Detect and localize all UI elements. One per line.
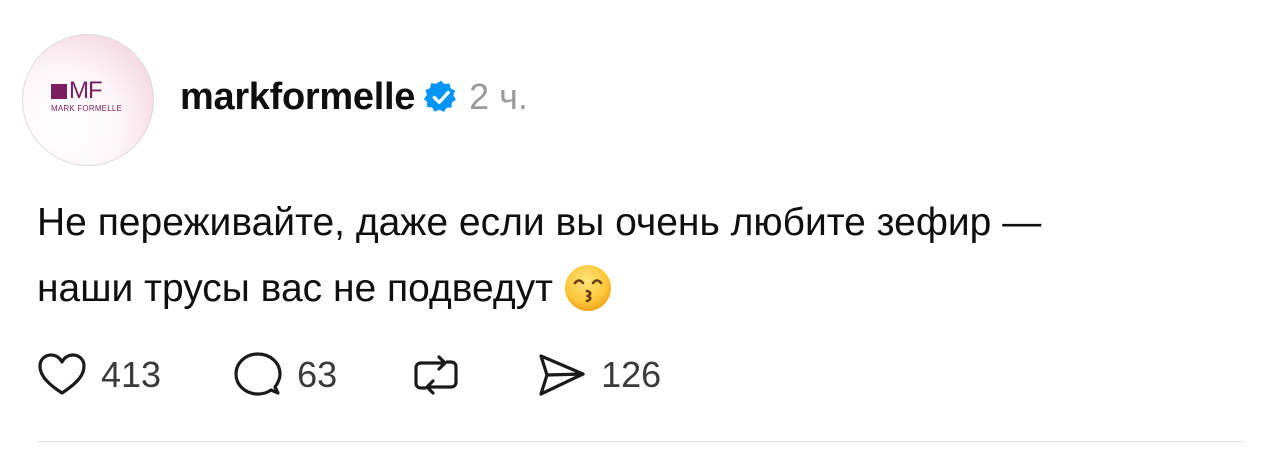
brand-logo: MF MARK FORMELLE xyxy=(51,77,131,113)
post-header: markformelle 2 ч. xyxy=(180,72,528,122)
send-icon xyxy=(539,354,585,396)
share-count: 126 xyxy=(601,354,662,395)
logo-caption: MARK FORMELLE xyxy=(51,104,123,113)
post-actions: 413 63 126 xyxy=(37,350,661,400)
post-text-line-2: наши трусы вас не подведут xyxy=(37,256,1257,322)
post-timestamp: 2 ч. xyxy=(469,76,528,117)
avatar[interactable]: MF MARK FORMELLE xyxy=(22,34,154,166)
thread-post: MF MARK FORMELLE markformelle 2 ч. Не пе… xyxy=(0,0,1280,455)
like-button[interactable]: 413 xyxy=(37,352,161,398)
reply-button[interactable]: 63 xyxy=(233,351,337,399)
kissing-face-with-smiling-eyes-icon xyxy=(565,265,611,311)
share-button[interactable]: 126 xyxy=(535,352,661,398)
repost-icon xyxy=(414,355,458,395)
username-link[interactable]: markformelle xyxy=(180,76,415,119)
verified-badge-icon xyxy=(423,80,456,112)
heart-icon xyxy=(38,353,86,395)
repost-button[interactable] xyxy=(411,350,461,400)
post-text-line-2-content: наши трусы вас не подведут xyxy=(37,267,553,310)
like-count: 413 xyxy=(101,354,162,395)
logo-letters: MF xyxy=(69,77,103,104)
reply-count: 63 xyxy=(297,354,338,395)
post-text-line-1: Не переживайте, даже если вы очень любит… xyxy=(37,201,1042,244)
post-text: Не переживайте, даже если вы очень любит… xyxy=(37,190,1257,322)
divider xyxy=(37,441,1245,442)
comment-bubble-icon xyxy=(234,352,282,396)
logo-square xyxy=(51,83,67,99)
